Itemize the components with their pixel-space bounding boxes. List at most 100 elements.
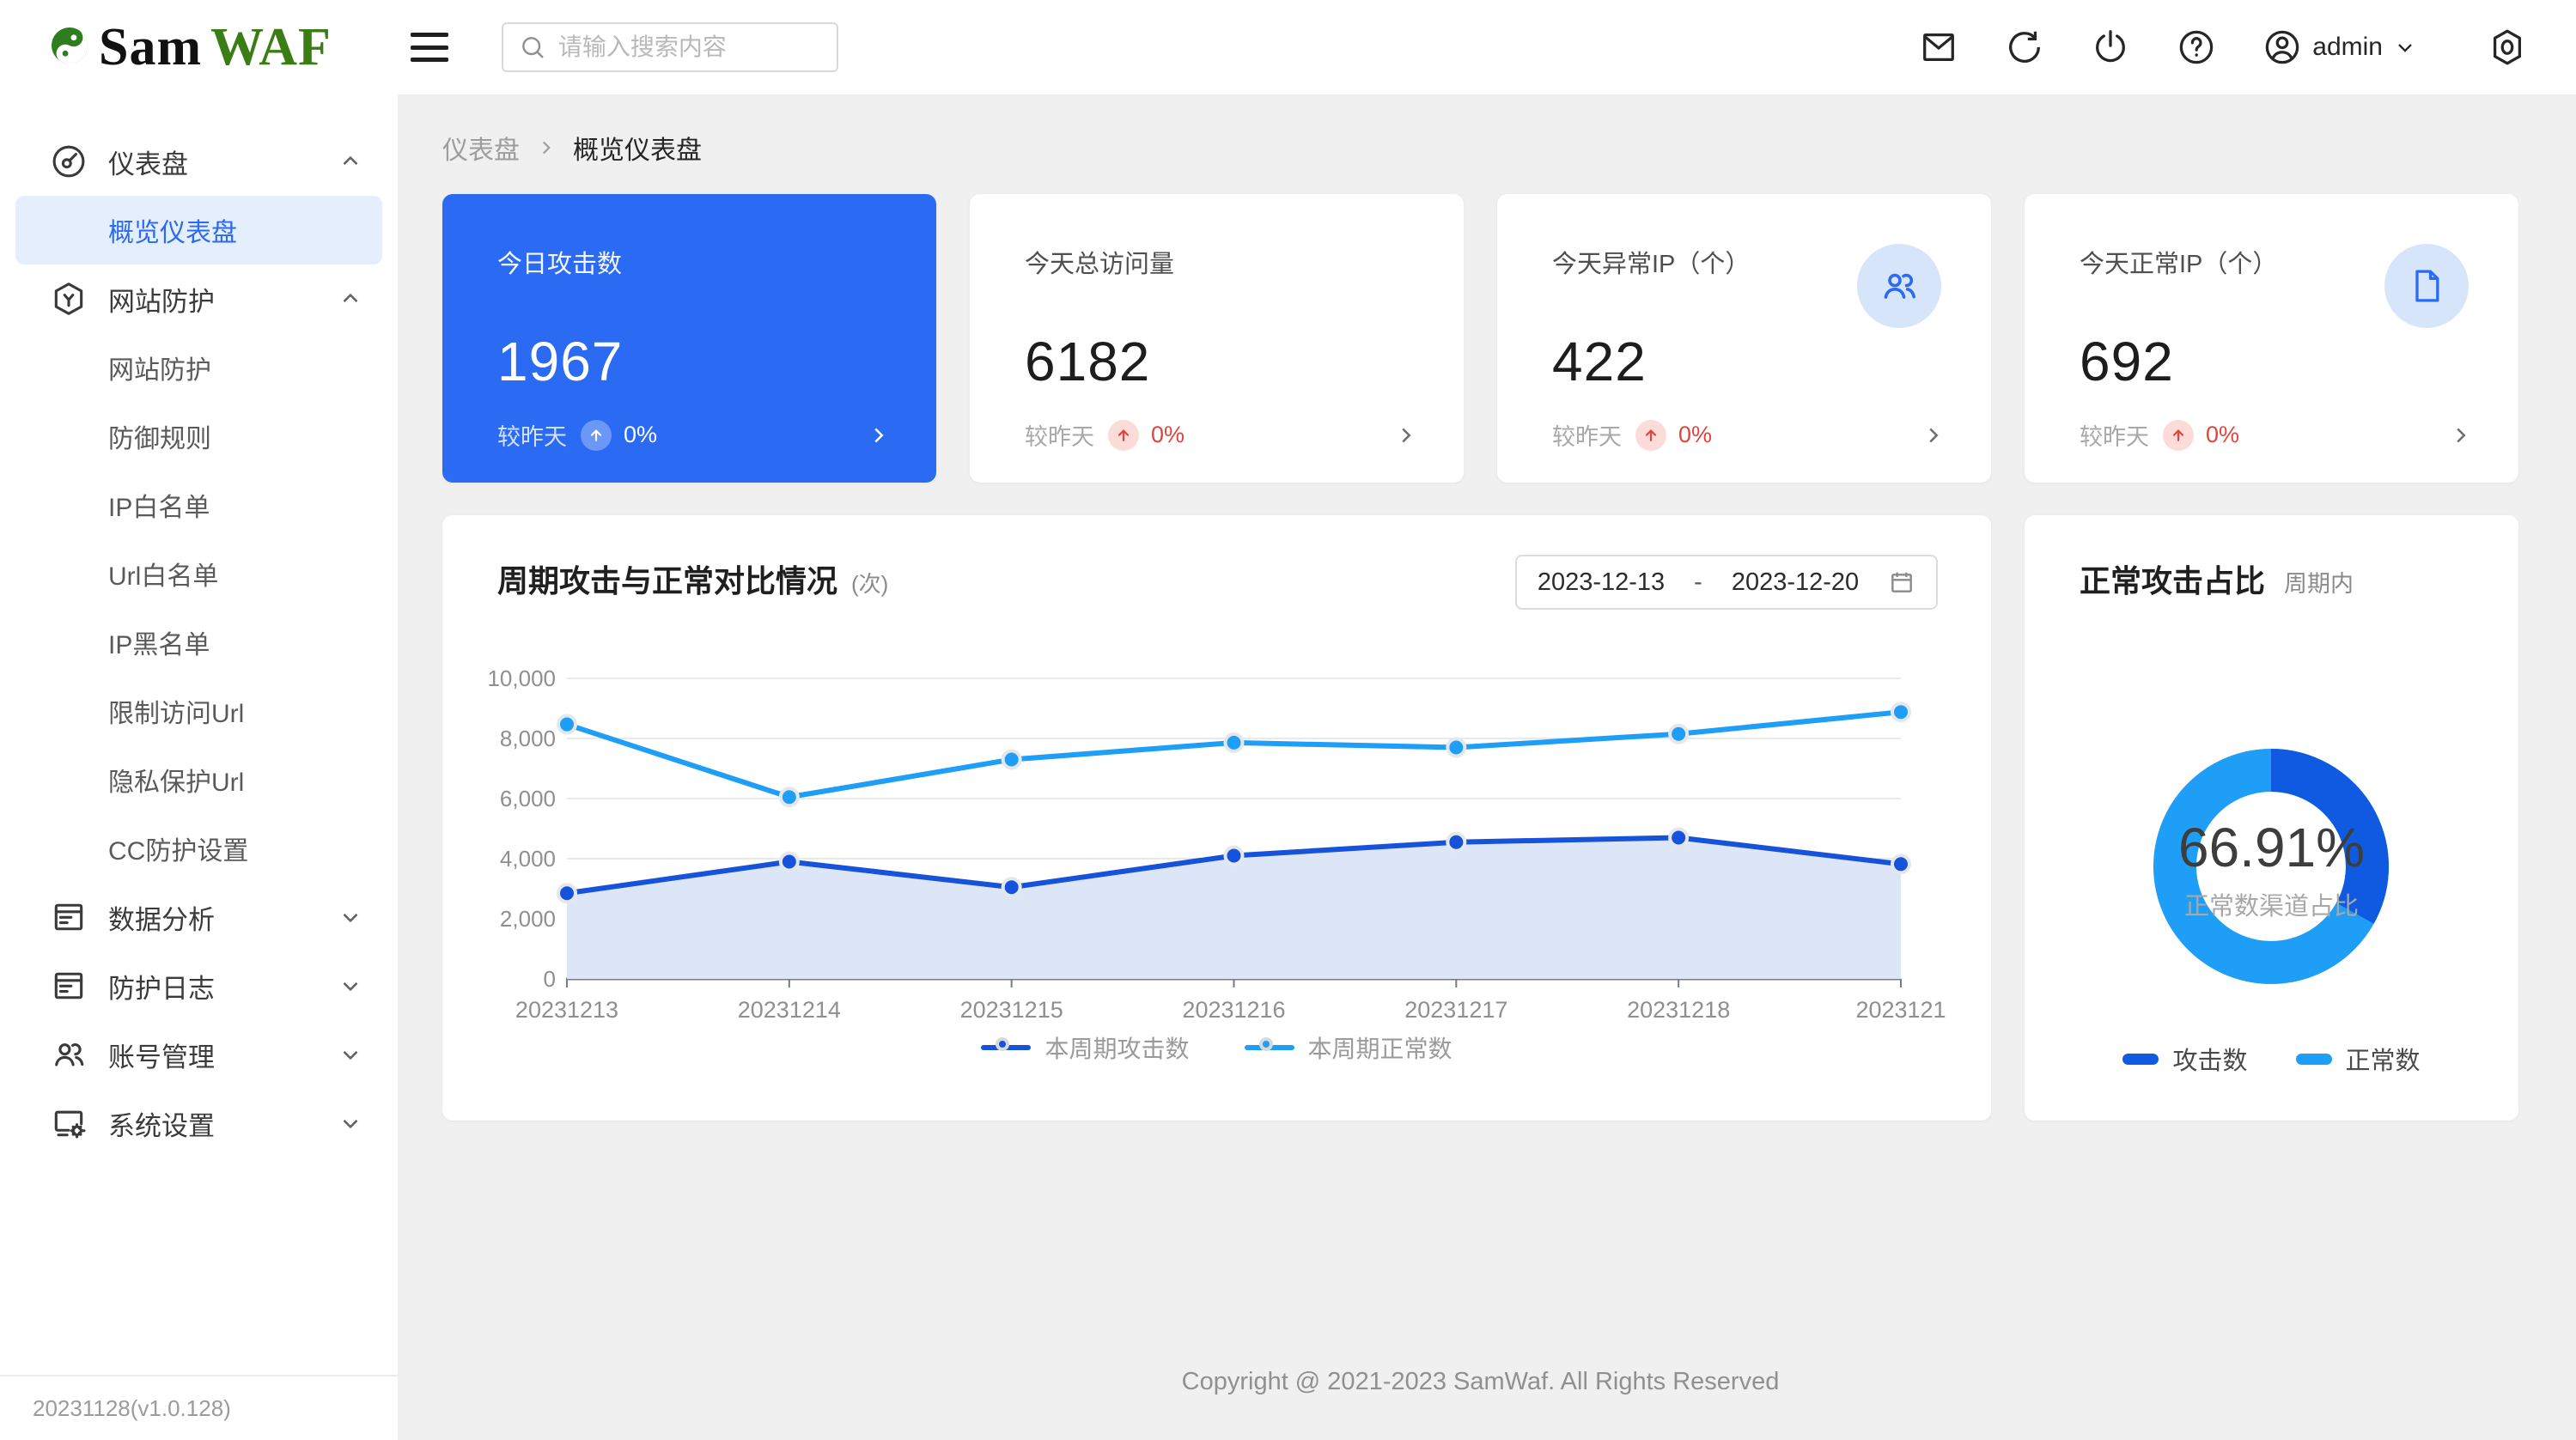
sidebar: 仪表盘 概览仪表盘 网站防护 网站防护 防御规则 IP白名单 (0, 94, 398, 1440)
sidebar-item-account-management[interactable]: 账号管理 (0, 1020, 398, 1089)
sidebar-item-label: 系统设置 (108, 1104, 215, 1143)
svg-text:20231213: 20231213 (515, 997, 618, 1023)
line-chart-title: 周期攻击与正常对比情况 (497, 556, 837, 601)
date-range-separator: - (1694, 568, 1702, 597)
calendar-icon (1888, 568, 1915, 596)
shield-icon (50, 280, 88, 318)
chevron-up-icon (338, 149, 363, 174)
card-chevron-right-icon[interactable] (866, 422, 892, 448)
refresh-icon[interactable] (2005, 27, 2044, 67)
stat-card-footer: 较昨天 0% (497, 418, 892, 452)
copyright-text: Copyright @ 2021-2023 SamWaf. All Rights… (442, 1368, 2518, 1396)
svg-text:20231217: 20231217 (1404, 997, 1507, 1023)
line-chart: 02,0004,0006,0008,00010,0002023121320231… (477, 657, 1954, 1095)
delta-value: 0% (1678, 422, 1712, 448)
stat-card-footer: 较昨天 0% (1025, 418, 1419, 452)
delta-value: 0% (624, 422, 657, 448)
sidebar-item-protection-logs[interactable]: 防护日志 (0, 951, 398, 1020)
svg-text:20231218: 20231218 (1627, 997, 1730, 1023)
stat-card-title: 今天总访问量 (1025, 244, 1412, 280)
users-icon (1857, 244, 1941, 328)
svg-text:0: 0 (544, 966, 556, 992)
version-text: 20231128(v1.0.128) (33, 1395, 231, 1422)
version-bar: 20231128(v1.0.128) (0, 1375, 398, 1440)
date-range-picker[interactable]: 2023-12-13 - 2023-12-20 (1515, 555, 1938, 610)
svg-text:6,000: 6,000 (500, 786, 556, 811)
sidebar-item-label: 限制访问Url (108, 692, 244, 730)
period-compare-panel: 周期攻击与正常对比情况 (次) 2023-12-13 - 2023-12-20 … (442, 515, 1991, 1121)
sidebar-item-label: Url白名单 (108, 555, 218, 592)
date-range-start: 2023-12-13 (1538, 568, 1665, 597)
global-search (502, 22, 838, 72)
stat-card-abnormal-ip: 今天异常IP（个） 422 较昨天 0% (1497, 194, 1991, 483)
breadcrumb-parent[interactable]: 仪表盘 (442, 129, 520, 167)
dashboard-icon (50, 143, 88, 180)
donut-chart (2151, 746, 2391, 987)
sidebar-item-defense-rules[interactable]: 防御规则 (0, 402, 398, 471)
sidebar-item-dashboard[interactable]: 仪表盘 (0, 127, 398, 196)
brand-logo[interactable]: SamWAF (49, 17, 332, 78)
svg-text:2023121: 2023121 (1855, 997, 1946, 1023)
card-chevron-right-icon[interactable] (2448, 422, 2474, 448)
settings-gear-icon[interactable] (2488, 27, 2527, 67)
sidebar-item-label: 网站防护 (108, 280, 215, 319)
help-icon[interactable] (2177, 27, 2216, 67)
sidebar-item-label: 仪表盘 (108, 143, 188, 181)
sidebar-item-url-whitelist[interactable]: Url白名单 (0, 539, 398, 608)
legend-item[interactable]: 本周期攻击数 (981, 1030, 1189, 1065)
card-chevron-right-icon[interactable] (1921, 422, 1946, 448)
sidebar-item-data-analysis[interactable]: 数据分析 (0, 883, 398, 951)
chevron-down-icon (338, 1042, 363, 1067)
legend-label: 本周期攻击数 (1044, 1030, 1189, 1065)
sidebar-item-site-protection[interactable]: 网站防护 (0, 333, 398, 402)
sidebar-item-cc-protection[interactable]: CC防护设置 (0, 814, 398, 883)
protection-log-icon (50, 967, 88, 1005)
sidebar-item-system-settings[interactable]: 系统设置 (0, 1089, 398, 1157)
sidebar-item-overview-dashboard[interactable]: 概览仪表盘 (15, 196, 382, 264)
sidebar-item-restricted-url[interactable]: 限制访问Url (0, 677, 398, 745)
sidebar-item-ip-blacklist[interactable]: IP黑名单 (0, 608, 398, 677)
menu-toggle-icon[interactable] (411, 33, 448, 62)
user-menu[interactable]: admin (2262, 27, 2417, 67)
legend-label: 攻击数 (2172, 1041, 2247, 1077)
stat-card-today-attacks: 今日攻击数 1967 较昨天 0% (442, 194, 936, 483)
search-input[interactable] (558, 33, 821, 61)
donut-subtitle: 周期内 (2284, 565, 2354, 598)
svg-text:4,000: 4,000 (500, 846, 556, 872)
line-chart-legend: 本周期攻击数 本周期正常数 (442, 1030, 1991, 1065)
sidebar-item-privacy-url[interactable]: 隐私保护Url (0, 745, 398, 814)
svg-text:20231216: 20231216 (1182, 997, 1285, 1023)
delta-value: 0% (2206, 422, 2239, 448)
legend-swatch-icon (2296, 1054, 2332, 1065)
sidebar-item-ip-whitelist[interactable]: IP白名单 (0, 471, 398, 539)
legend-swatch-icon (2122, 1054, 2159, 1065)
sidebar-item-label: 防御规则 (108, 417, 211, 455)
legend-label: 本周期正常数 (1308, 1030, 1452, 1065)
breadcrumb-current: 概览仪表盘 (573, 129, 702, 167)
chevron-down-icon (2393, 35, 2417, 59)
chevron-up-icon (338, 286, 363, 312)
power-icon[interactable] (2091, 27, 2130, 67)
svg-text:20231215: 20231215 (960, 997, 1063, 1023)
legend-item[interactable]: 攻击数 (2122, 1041, 2247, 1077)
svg-text:20231214: 20231214 (738, 997, 841, 1023)
legend-item[interactable]: 正常数 (2296, 1041, 2421, 1077)
data-analysis-icon (50, 898, 88, 936)
accounts-icon (50, 1036, 88, 1073)
card-chevron-right-icon[interactable] (1393, 422, 1419, 448)
arrow-up-icon (581, 420, 612, 451)
brand-name-green: WAF (210, 18, 332, 76)
compare-label: 较昨天 (2080, 418, 2149, 452)
file-icon (2384, 244, 2469, 328)
legend-item[interactable]: 本周期正常数 (1245, 1030, 1452, 1065)
date-range-end: 2023-12-20 (1732, 568, 1859, 597)
sidebar-item-site-protection-group[interactable]: 网站防护 (0, 264, 398, 333)
legend-marker-icon (1245, 1038, 1294, 1057)
stat-card-title: 今日攻击数 (497, 244, 885, 280)
stat-card-footer: 较昨天 0% (1552, 418, 1946, 452)
stat-card-normal-ip: 今天正常IP（个） 692 较昨天 0% (2025, 194, 2518, 483)
sidebar-item-label: 数据分析 (108, 898, 215, 937)
breadcrumb-separator-icon (535, 137, 557, 159)
svg-text:10,000: 10,000 (487, 665, 556, 691)
mail-icon[interactable] (1919, 27, 1958, 67)
